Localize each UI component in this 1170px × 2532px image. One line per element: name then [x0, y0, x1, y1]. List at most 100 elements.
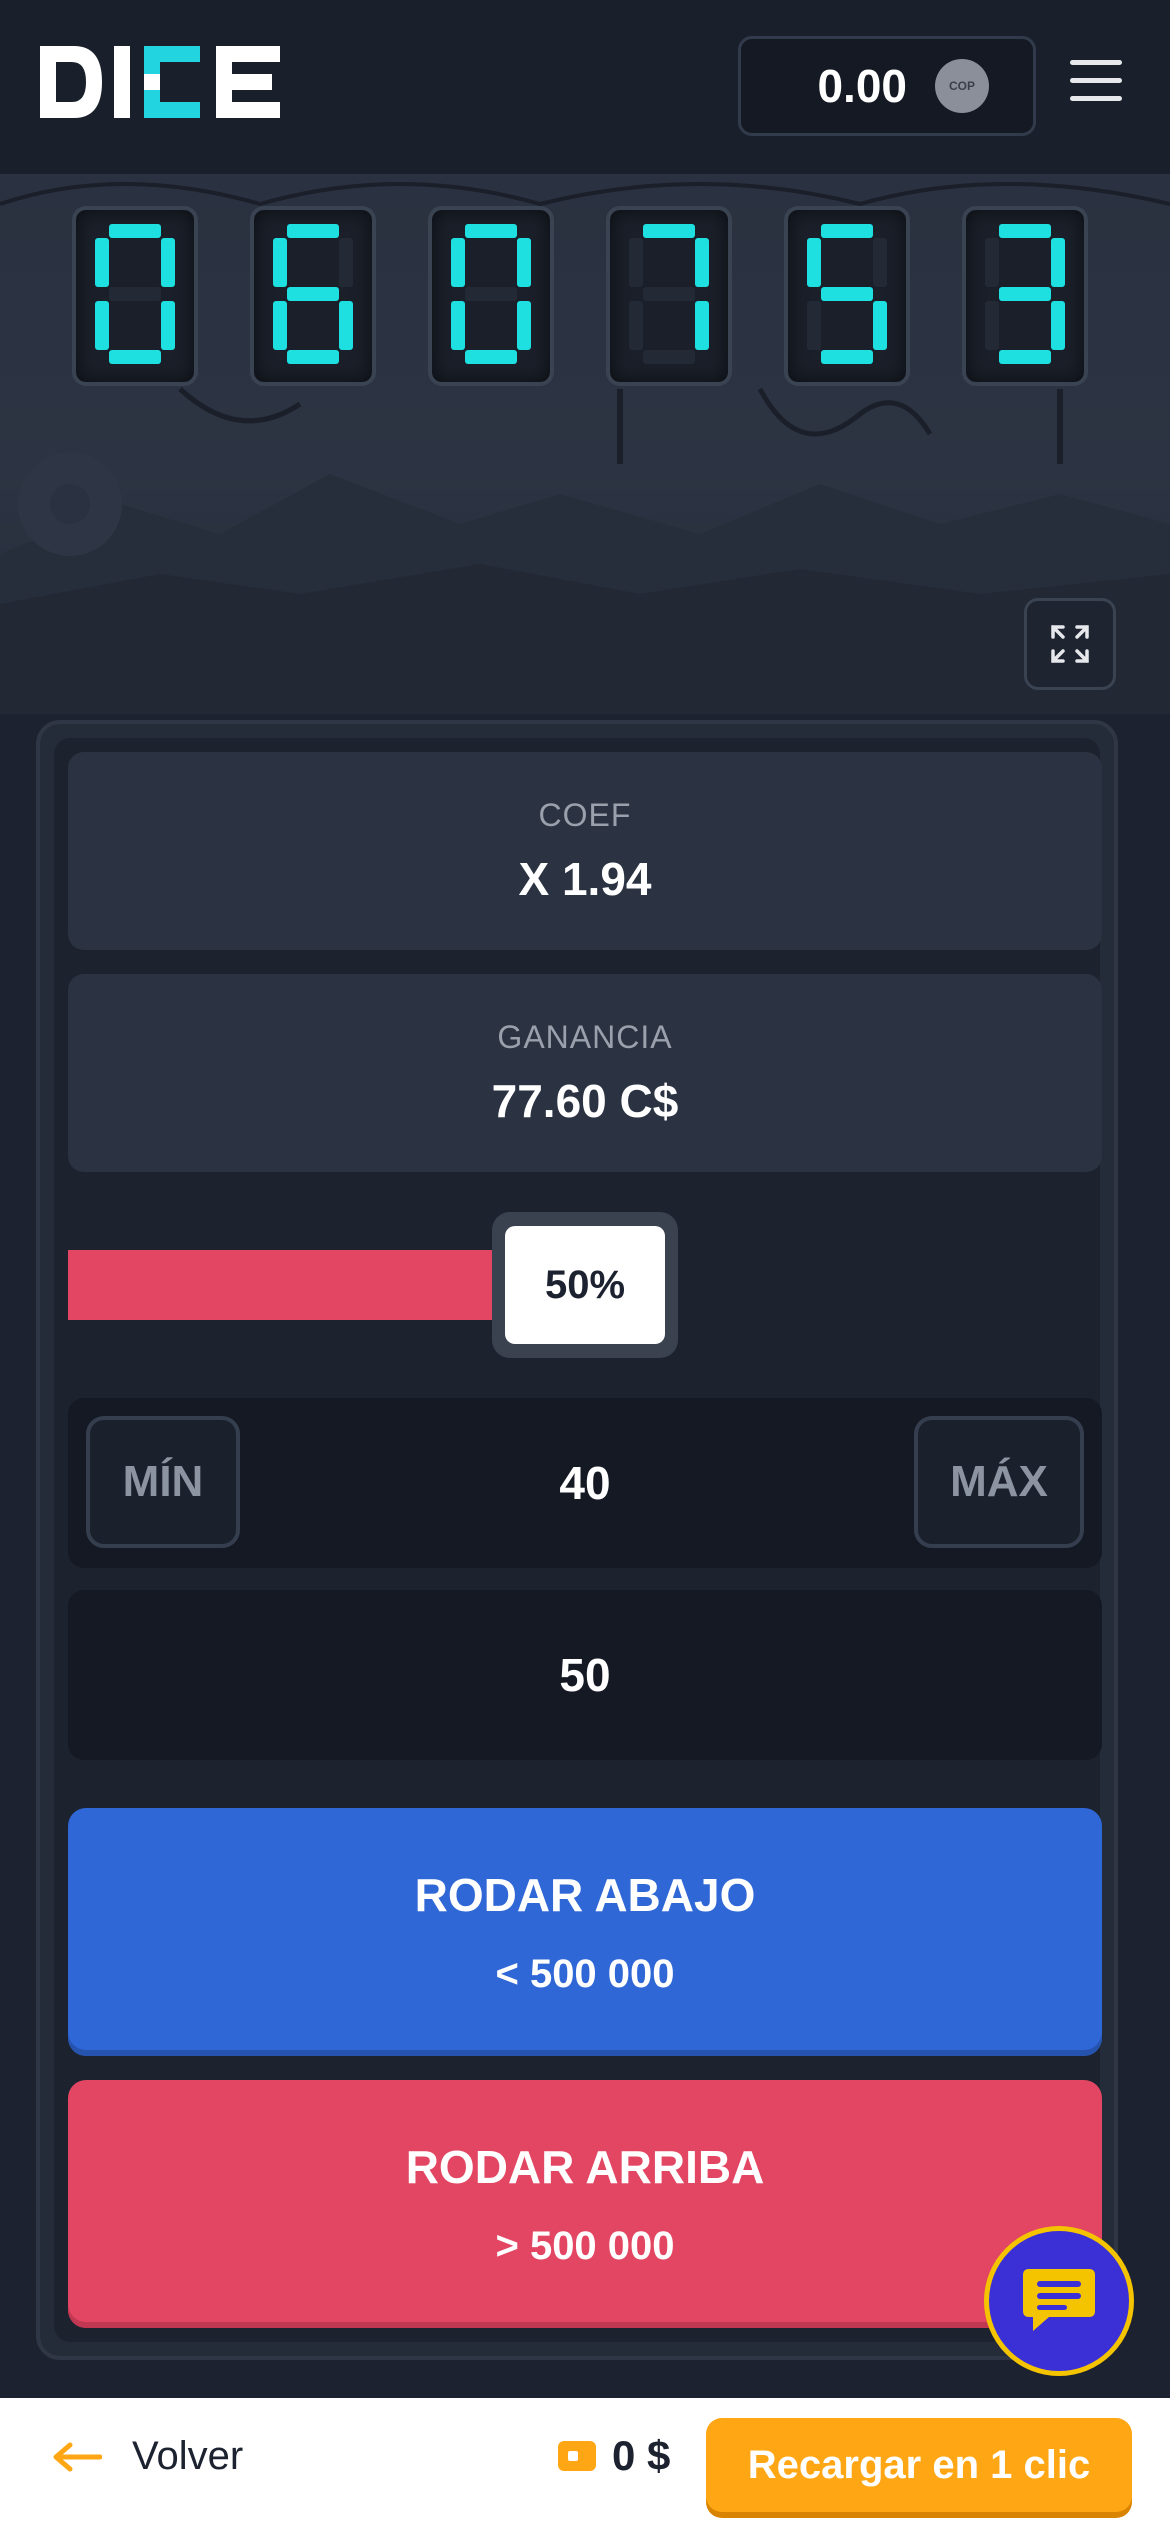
segment-a [999, 223, 1051, 238]
chat-support-button[interactable] [984, 2226, 1134, 2376]
segment-c [1051, 300, 1065, 350]
segment-f [95, 237, 109, 287]
slider-percent-label: 50% [505, 1226, 665, 1344]
segment-b [161, 237, 175, 287]
digit-tube-3 [428, 206, 554, 386]
segment-d [109, 349, 161, 364]
digit-2 [273, 223, 353, 369]
bottom-bar: Volver 0 $ Recargar en 1 clic [0, 2398, 1170, 2532]
segment-g [109, 286, 161, 301]
target-input-row: 50 [68, 1590, 1102, 1760]
segment-b [339, 237, 353, 287]
segment-a [643, 223, 695, 238]
fullscreen-button[interactable] [1024, 598, 1116, 690]
segment-b [873, 237, 887, 287]
segment-e [629, 300, 643, 350]
arrow-left-icon [53, 2442, 102, 2471]
digit-1 [95, 223, 175, 369]
bonus-value: 0 $ [612, 2432, 671, 2479]
digit-tube-2 [250, 206, 376, 386]
min-button[interactable]: MÍN [86, 1416, 240, 1548]
profit-card: GANANCIA 77.60 C$ [68, 974, 1102, 1172]
coef-label: COEF [538, 796, 632, 833]
segment-a [821, 223, 873, 238]
currency-coin-icon: COP [935, 59, 989, 113]
seven-segment-glyph [273, 223, 353, 364]
segment-e [95, 300, 109, 350]
segment-d [465, 349, 517, 364]
roll-over-button[interactable]: RODAR ARRIBA > 500 000 [68, 2080, 1102, 2328]
game-scene [0, 174, 1170, 714]
segment-d [821, 349, 873, 364]
digit-tube-5 [784, 206, 910, 386]
seven-segment-glyph [451, 223, 531, 364]
digit-tube-1 [72, 206, 198, 386]
digit-3 [451, 223, 531, 369]
roll-under-title: RODAR ABAJO [414, 1868, 756, 1921]
segment-e [807, 300, 821, 350]
segment-f [807, 237, 821, 287]
segment-f [629, 237, 643, 287]
app-header: 0.00 COP [0, 0, 1170, 174]
segment-f [273, 237, 287, 287]
segment-a [287, 223, 339, 238]
segment-d [999, 349, 1051, 364]
segment-a [109, 223, 161, 238]
segment-c [161, 300, 175, 350]
coef-card: COEF X 1.94 [68, 752, 1102, 950]
segment-f [451, 237, 465, 287]
digit-5 [807, 223, 887, 369]
segment-a [465, 223, 517, 238]
slider-handle[interactable]: 50% [492, 1212, 678, 1358]
back-label: Volver [132, 2434, 244, 2478]
bonus-ticket-icon [558, 2441, 596, 2471]
balance-display[interactable]: 0.00 COP [738, 36, 1036, 136]
seven-segment-glyph [629, 223, 709, 364]
digit-tube-4 [606, 206, 732, 386]
hamburger-menu-icon[interactable] [1070, 60, 1122, 106]
target-value-input[interactable]: 50 [559, 1648, 610, 1702]
segment-c [695, 300, 709, 350]
digit-tube-6 [962, 206, 1088, 386]
segment-g [287, 286, 339, 301]
seven-segment-glyph [807, 223, 887, 364]
segment-b [695, 237, 709, 287]
segment-d [287, 349, 339, 364]
digit-6 [985, 223, 1065, 369]
seven-segment-glyph [985, 223, 1065, 364]
chance-slider[interactable]: 50% [68, 1212, 1102, 1358]
back-button[interactable]: Volver [52, 2434, 243, 2479]
roll-under-button[interactable]: RODAR ABAJO < 500 000 [68, 1808, 1102, 2056]
range-input-row: MÍN 40 MÁX [68, 1398, 1102, 1568]
segment-e [451, 300, 465, 350]
coef-value: X 1.94 [518, 852, 652, 905]
digit-4 [629, 223, 709, 369]
chat-bubble-icon [1023, 2269, 1095, 2331]
roll-over-threshold: > 500 000 [495, 2223, 675, 2268]
segment-e [273, 300, 287, 350]
recharge-one-click-button[interactable]: Recargar en 1 clic [706, 2418, 1132, 2512]
segment-d [643, 349, 695, 364]
dice-logo-mark [40, 46, 280, 118]
seven-segment-glyph [95, 223, 175, 364]
roll-over-title: RODAR ARRIBA [405, 2140, 765, 2193]
expand-icon [1051, 625, 1089, 663]
segment-c [517, 300, 531, 350]
max-button[interactable]: MÁX [914, 1416, 1084, 1548]
bonus-balance: 0 $ [556, 2432, 670, 2480]
segment-b [517, 237, 531, 287]
profit-value: 77.60 C$ [491, 1074, 679, 1127]
segment-c [339, 300, 353, 350]
segment-e [985, 300, 999, 350]
segment-g [999, 286, 1051, 301]
roll-under-threshold: < 500 000 [495, 1951, 675, 1996]
segment-f [985, 237, 999, 287]
segment-b [1051, 237, 1065, 287]
segment-g [465, 286, 517, 301]
profit-label: GANANCIA [497, 1018, 673, 1055]
segment-c [873, 300, 887, 350]
dice-logo[interactable] [40, 44, 290, 120]
segment-g [821, 286, 873, 301]
range-value-input[interactable]: 40 [559, 1456, 610, 1510]
segment-g [643, 286, 695, 301]
